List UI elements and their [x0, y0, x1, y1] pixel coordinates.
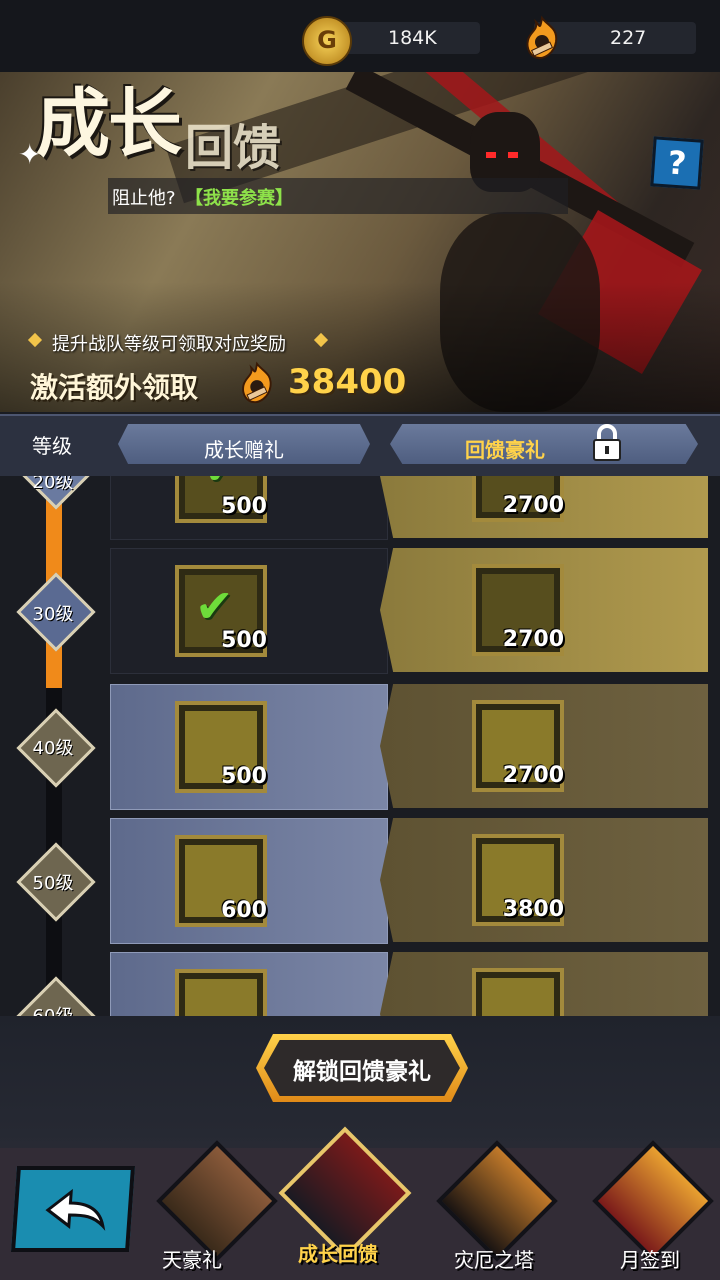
feedback-reward-cell[interactable]: 2700: [380, 476, 708, 538]
reward-row-40: 500 2700: [110, 684, 708, 810]
nav-item-tower[interactable]: 灾厄之塔: [434, 1244, 554, 1273]
flame-token-icon: [234, 360, 280, 406]
lock-icon: [590, 424, 624, 462]
flame-token-icon: [518, 14, 566, 62]
flame-token-icon: 500: [175, 701, 267, 793]
flame-token-icon: 3800: [472, 834, 564, 926]
bonus-value: 38400: [288, 362, 407, 402]
growth-reward-cell[interactable]: 500 ✔: [110, 476, 388, 540]
growth-reward-cell[interactable]: [110, 952, 388, 1016]
feedback-reward-cell[interactable]: [380, 952, 708, 1016]
reward-row-30: 500 ✔ 2700: [110, 548, 708, 674]
back-button[interactable]: [10, 1166, 136, 1252]
reward-row-60: [110, 952, 708, 1016]
gold-coin-icon: G: [302, 16, 352, 66]
level-label: 50级: [32, 873, 74, 894]
feedback-reward-cell[interactable]: 2700: [380, 548, 708, 672]
banner-title-partial: 回馈: [185, 120, 282, 176]
banner-title: 成长: [36, 81, 182, 167]
reward-list[interactable]: 500 ✔ 2700 20级 500 ✔ 2700 30级 500 2700 4…: [0, 476, 720, 1016]
level-label: 40级: [32, 738, 74, 759]
reward-row-20: 500 ✔ 2700: [110, 476, 708, 540]
flame-token-icon: [472, 968, 564, 1016]
help-icon[interactable]: ?: [650, 136, 704, 190]
flame-token-icon: 2700: [472, 700, 564, 792]
ticker-text: 阻止他?: [112, 188, 176, 209]
feedback-reward-cell[interactable]: 2700: [380, 684, 708, 808]
growth-reward-cell[interactable]: 500 ✔: [110, 548, 388, 674]
flame-token-icon: 2700: [472, 476, 564, 522]
growth-reward-cell[interactable]: 500: [110, 684, 388, 810]
flame-token-icon: 2700: [472, 564, 564, 656]
unlock-feedback-label: 解锁回馈豪礼: [293, 1059, 431, 1085]
bonus-label: 激活额外领取: [30, 371, 199, 404]
claimed-check-icon: ✔: [203, 476, 242, 495]
flame-token-icon: 600: [175, 835, 267, 927]
reward-hint: 提升战队等级可领取对应奖励: [52, 334, 286, 355]
nav-item-monthly-signin[interactable]: 月签到: [590, 1244, 710, 1273]
tab-growth-gift-label: 成长赠礼: [204, 438, 284, 462]
reward-row-50: 600 3800: [110, 818, 708, 944]
ticker-strip: [108, 178, 568, 214]
gold-value: 184K: [388, 27, 437, 49]
tab-feedback-gift-label: 回馈豪礼: [465, 438, 545, 462]
back-arrow-icon: [45, 1188, 106, 1231]
level-label: 60级: [18, 1002, 88, 1016]
level-column-label: 等级: [32, 434, 72, 458]
growth-reward-cell[interactable]: 600: [110, 818, 388, 944]
flame-token-icon: [175, 969, 267, 1016]
level-label: 20级: [32, 476, 74, 493]
claimed-check-icon: ✔: [195, 579, 234, 633]
feedback-reward-cell[interactable]: 3800: [380, 818, 708, 942]
ticker-join-link[interactable]: 【我要参赛】: [185, 184, 293, 210]
nav-item-daily-gift[interactable]: 天豪礼: [132, 1244, 252, 1273]
nav-item-growth-feedback[interactable]: 成长回馈: [278, 1238, 398, 1267]
flame-value: 227: [610, 27, 647, 49]
level-label: 30级: [32, 604, 74, 625]
